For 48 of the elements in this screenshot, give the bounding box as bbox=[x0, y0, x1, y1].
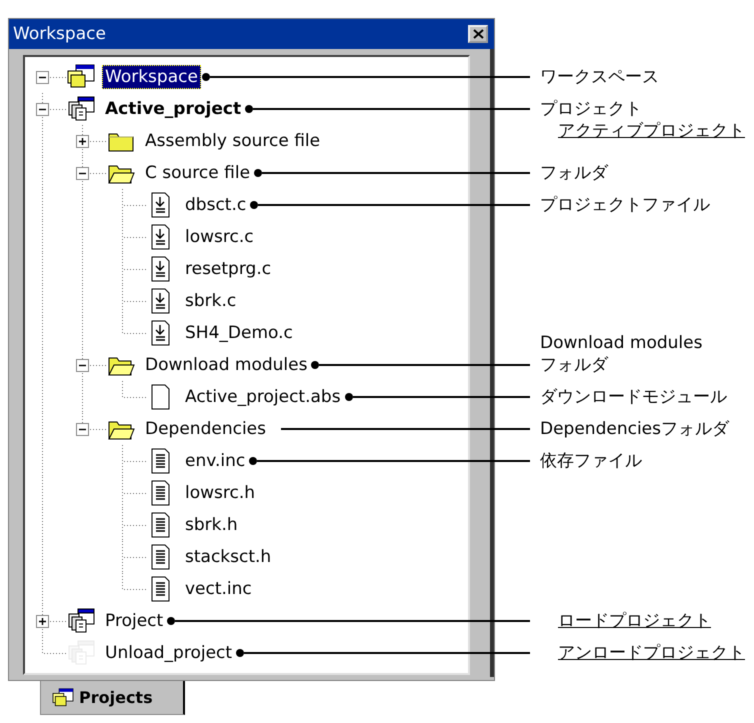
tree-item[interactable]: env.inc bbox=[182, 449, 248, 473]
tree-item[interactable]: stacksct.h bbox=[182, 545, 274, 569]
callout-label: プロジェクト bbox=[540, 98, 643, 120]
tree-item[interactable]: lowsrc.c bbox=[182, 225, 257, 249]
expander-toggle[interactable] bbox=[76, 358, 89, 372]
close-icon bbox=[472, 29, 484, 39]
expander-toggle[interactable] bbox=[36, 614, 49, 628]
callout-label: ワークスペース bbox=[540, 66, 659, 88]
callout-label: ダウンロードモジュール bbox=[540, 386, 727, 408]
callout-label: ロードプロジェクト bbox=[557, 610, 711, 632]
tree-item[interactable]: Download modules bbox=[142, 353, 310, 377]
project-icon bbox=[66, 96, 96, 122]
workspace-icon bbox=[66, 64, 96, 90]
tree-item[interactable]: Workspace bbox=[102, 65, 201, 89]
tree-item[interactable]: sbrk.h bbox=[182, 513, 241, 537]
tree-item[interactable]: dbsct.c bbox=[182, 193, 250, 217]
expander-toggle[interactable] bbox=[76, 134, 89, 148]
expander-toggle[interactable] bbox=[36, 70, 49, 84]
tree-item[interactable]: Active_project.abs bbox=[182, 385, 344, 409]
project-icon bbox=[66, 640, 96, 666]
tree-item[interactable]: C source file bbox=[142, 161, 254, 185]
tree-item[interactable]: sbrk.c bbox=[182, 289, 240, 313]
window-title: Workspace bbox=[13, 24, 106, 44]
callout-label: プロジェクトファイル bbox=[540, 194, 710, 216]
callout-label: フォルダ bbox=[540, 162, 608, 184]
callout-label: Download modules bbox=[540, 332, 702, 354]
tree-item[interactable]: Assembly source file bbox=[142, 129, 324, 153]
projects-tab[interactable]: Projects bbox=[40, 681, 185, 715]
plus-icon bbox=[78, 136, 87, 146]
tree-item[interactable]: SH4_Demo.c bbox=[182, 321, 296, 345]
expander-toggle[interactable] bbox=[76, 422, 89, 436]
tree-item[interactable]: Dependencies bbox=[142, 417, 269, 441]
tree-item[interactable]: vect.inc bbox=[182, 577, 255, 601]
tree-item[interactable]: resetprg.c bbox=[182, 257, 274, 281]
callout-label: 依存ファイル bbox=[540, 450, 642, 472]
tree-item[interactable]: lowsrc.h bbox=[182, 481, 258, 505]
tree-item[interactable]: Active_project bbox=[102, 97, 244, 121]
callout-label: アクティブプロジェクト bbox=[557, 120, 745, 142]
workspace-icon bbox=[51, 688, 75, 708]
expander-toggle[interactable] bbox=[76, 166, 89, 180]
callout-label: Dependenciesフォルダ bbox=[540, 418, 729, 440]
close-button[interactable] bbox=[468, 25, 488, 43]
expander-toggle[interactable] bbox=[36, 102, 49, 116]
callout-label: フォルダ bbox=[540, 354, 610, 376]
tree-item[interactable]: Project bbox=[102, 609, 166, 633]
callout-label: アンロードプロジェクト bbox=[557, 642, 745, 664]
project-icon bbox=[66, 608, 96, 634]
plus-icon bbox=[38, 616, 47, 626]
